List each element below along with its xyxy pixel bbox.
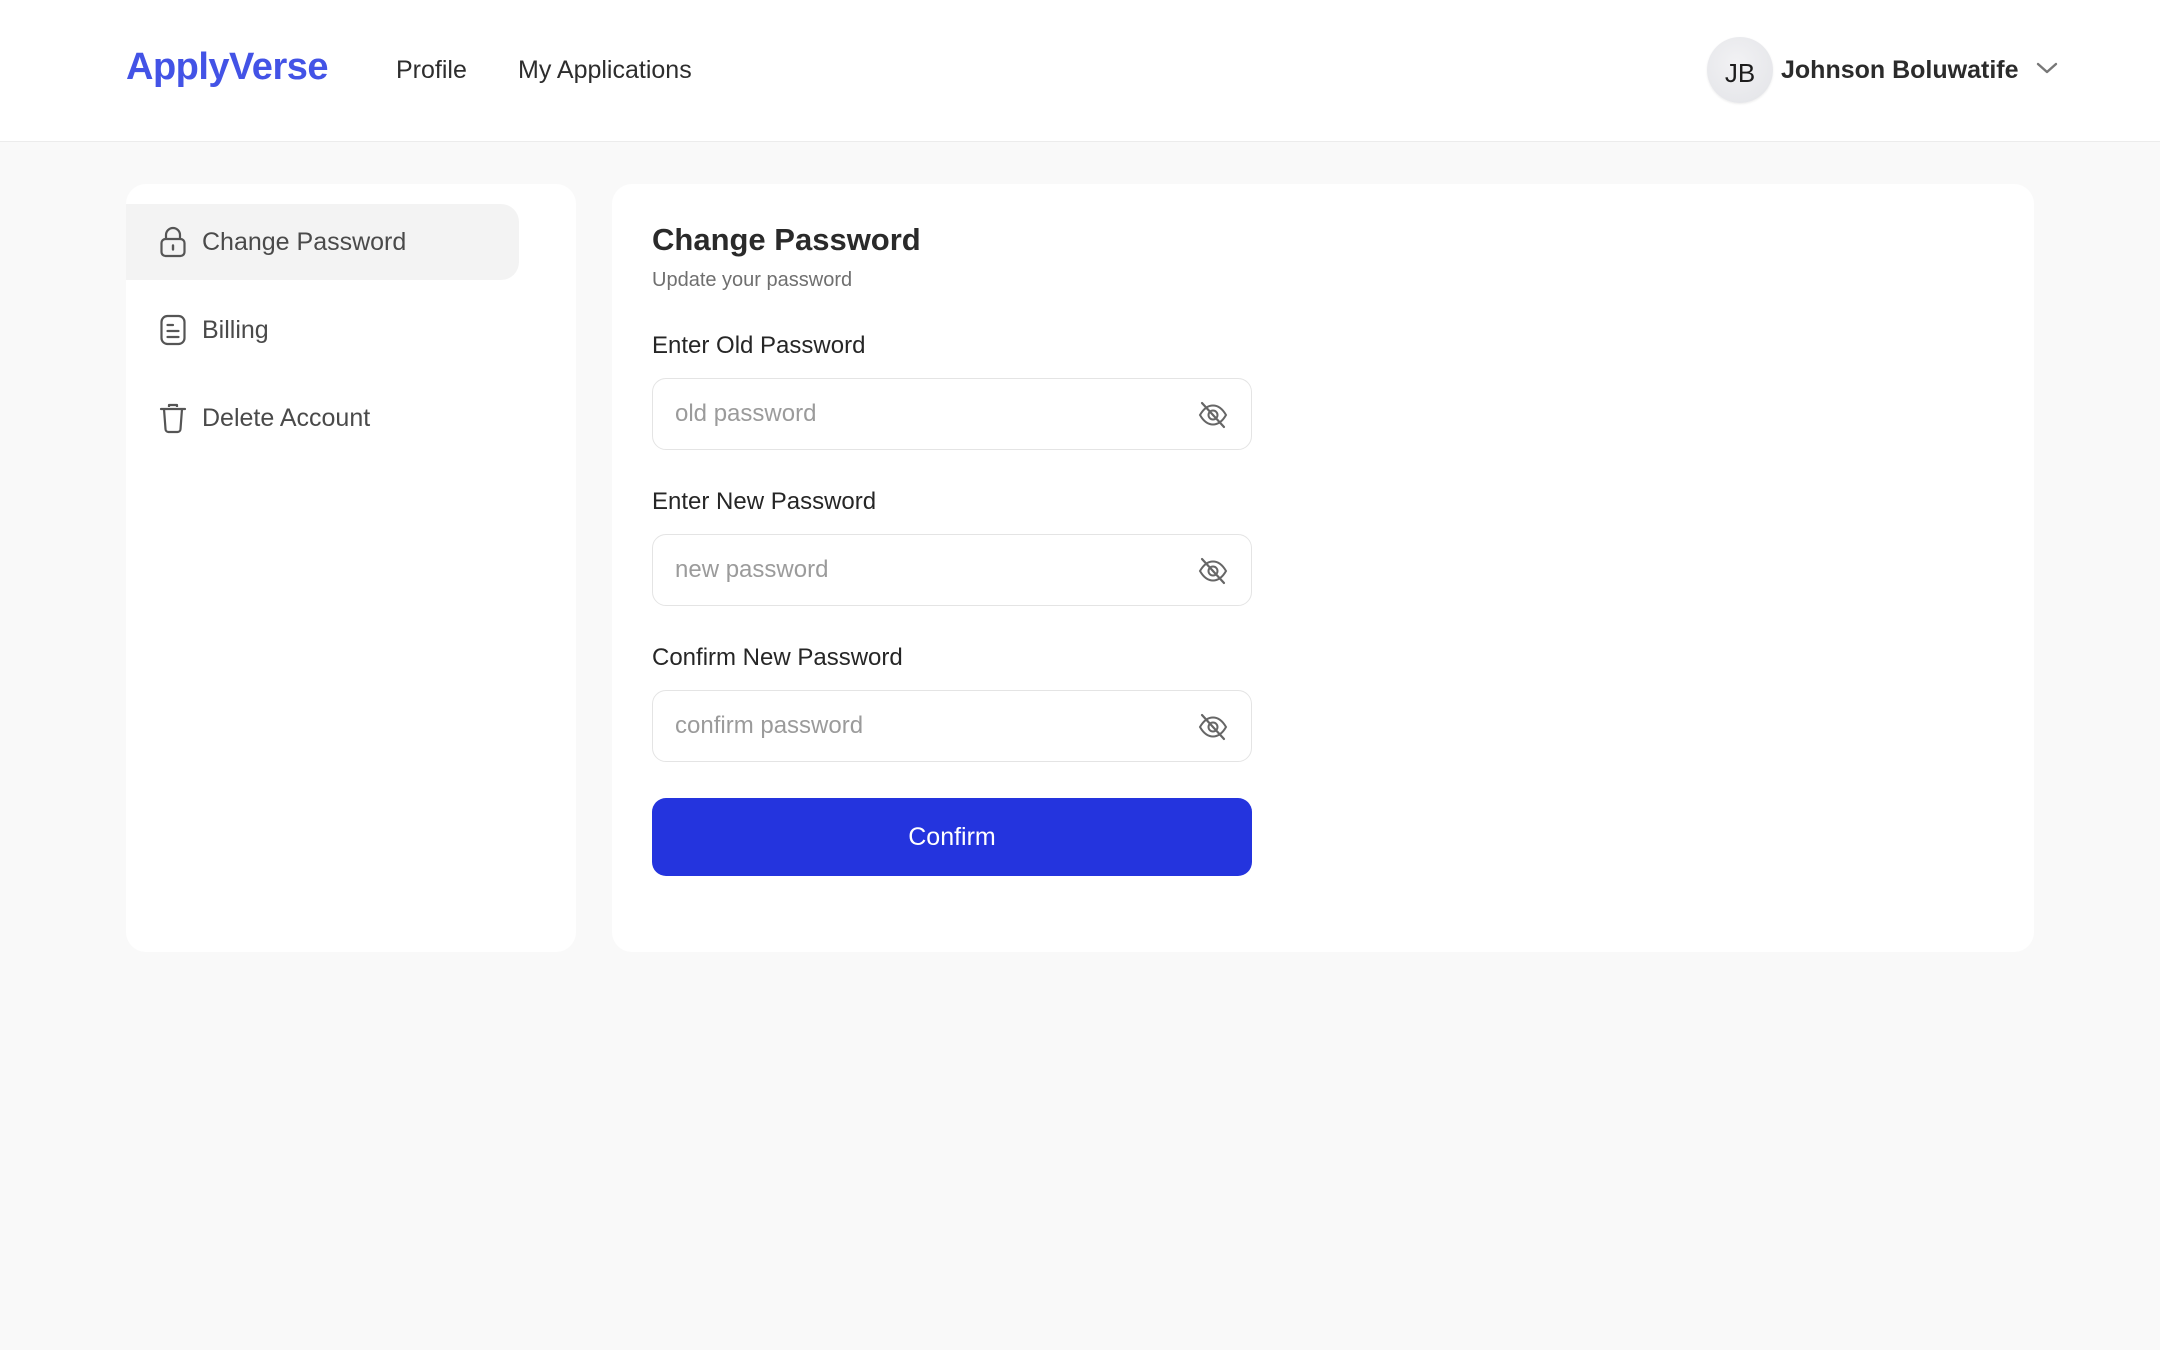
lock-icon: [158, 226, 188, 258]
old-password-input[interactable]: [675, 379, 1155, 449]
old-password-field-wrapper: [652, 378, 1252, 450]
settings-sidebar: Change Password Billing Delete Account: [126, 184, 576, 952]
user-menu[interactable]: JB Johnson Boluwatife: [1707, 36, 2059, 104]
top-navigation-bar: ApplyVerse Profile My Applications JB Jo…: [0, 0, 2160, 142]
confirm-password-label: Confirm New Password: [652, 644, 903, 671]
sidebar-item-delete-account[interactable]: Delete Account: [126, 380, 519, 456]
document-icon: [158, 314, 188, 346]
new-password-input[interactable]: [675, 535, 1155, 605]
confirm-button[interactable]: Confirm: [652, 798, 1252, 876]
trash-icon: [158, 402, 188, 434]
brand-logo[interactable]: ApplyVerse: [126, 46, 329, 89]
confirm-password-input[interactable]: [675, 691, 1155, 761]
old-password-label: Enter Old Password: [652, 332, 866, 359]
avatar[interactable]: JB: [1707, 37, 1773, 103]
sidebar-item-label: Billing: [202, 315, 269, 344]
nav-link-my-applications[interactable]: My Applications: [518, 56, 692, 85]
sidebar-item-label: Delete Account: [202, 403, 371, 432]
eye-off-icon[interactable]: [1197, 711, 1229, 743]
sidebar-item-change-password[interactable]: Change Password: [126, 204, 519, 280]
new-password-label: Enter New Password: [652, 488, 877, 515]
nav-link-profile[interactable]: Profile: [396, 56, 467, 85]
page-subtitle: Update your password: [652, 269, 853, 291]
sidebar-item-billing[interactable]: Billing: [126, 292, 519, 368]
eye-off-icon[interactable]: [1197, 399, 1229, 431]
change-password-card: Change Password Update your password Ent…: [612, 184, 2034, 952]
page-title: Change Password: [652, 222, 921, 257]
sidebar-item-label: Change Password: [202, 227, 407, 256]
eye-off-icon[interactable]: [1197, 555, 1229, 587]
new-password-field-wrapper: [652, 534, 1252, 606]
user-name[interactable]: Johnson Boluwatife: [1781, 56, 2019, 85]
chevron-down-icon[interactable]: [2035, 60, 2059, 76]
confirm-password-field-wrapper: [652, 690, 1252, 762]
